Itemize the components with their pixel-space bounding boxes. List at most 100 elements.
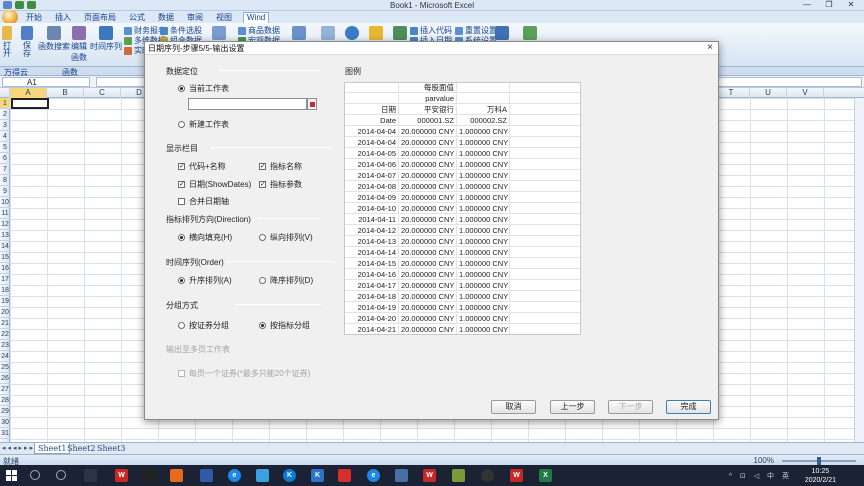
row-header[interactable]: 23 (0, 340, 10, 351)
radio-current-sheet-dot[interactable] (178, 85, 185, 92)
gauge-button[interactable] (344, 26, 360, 41)
active-cell-a1[interactable] (11, 98, 49, 109)
row-header[interactable]: 22 (0, 329, 10, 340)
check-code-name-box[interactable]: ✓ (178, 163, 185, 170)
select-all-corner[interactable] (0, 88, 10, 98)
wps-writer-icon[interactable]: W (115, 469, 128, 482)
save-ribbon-button[interactable]: 保存 (20, 26, 34, 59)
chat-button[interactable] (522, 26, 538, 41)
ribbon-tab-1[interactable]: 插入 (53, 12, 73, 23)
chart-button[interactable] (211, 26, 227, 41)
row-header[interactable]: 4 (0, 131, 10, 142)
row-header[interactable]: 30 (0, 417, 10, 428)
row-header[interactable]: 18 (0, 285, 10, 296)
check-merge-date-axis-box[interactable] (178, 198, 185, 205)
row-header[interactable]: 31 (0, 428, 10, 439)
row-header[interactable]: 1 (0, 98, 10, 109)
ribbon-tab-0[interactable]: 开始 (24, 12, 44, 23)
row-header[interactable]: 9 (0, 186, 10, 197)
row-header[interactable]: 24 (0, 351, 10, 362)
finish-button[interactable]: 完成 (666, 400, 711, 414)
ribbon-tab-5[interactable]: 审阅 (185, 12, 205, 23)
office-button[interactable] (2, 10, 18, 24)
function-search-button[interactable]: 函数搜索 (38, 26, 70, 52)
row-header[interactable]: 21 (0, 318, 10, 329)
radio-by-security-dot[interactable] (178, 322, 185, 329)
row-header[interactable]: 28 (0, 395, 10, 406)
row-header[interactable]: 26 (0, 373, 10, 384)
task-view-icon[interactable] (84, 469, 97, 482)
row-header[interactable]: 25 (0, 362, 10, 373)
column-header[interactable]: B (47, 88, 84, 98)
column-header[interactable]: C (84, 88, 121, 98)
radio-ascending[interactable]: 升序排列(A) (178, 275, 232, 286)
row-header[interactable]: 27 (0, 384, 10, 395)
row-header[interactable]: 8 (0, 175, 10, 186)
taskbar-clock[interactable]: 10:25 2020/2/21 (805, 467, 836, 485)
close-window-button[interactable]: ✕ (840, 0, 862, 10)
line-chart-button[interactable] (291, 26, 307, 41)
row-header[interactable]: 15 (0, 252, 10, 263)
check-show-dates[interactable]: ✓ 日期(ShowDates) (178, 179, 251, 190)
app-blue-icon[interactable] (200, 469, 213, 482)
circle-app-icon[interactable] (481, 469, 494, 482)
wps-icon-2[interactable]: W (423, 469, 436, 482)
row-header[interactable]: 3 (0, 120, 10, 131)
radio-by-security[interactable]: 按证券分组 (178, 320, 229, 331)
ribbon-tab-7[interactable]: Wind (243, 12, 270, 23)
radio-by-indicator[interactable]: 按指标分组 (259, 320, 310, 331)
ribbon-tab-2[interactable]: 页面布局 (82, 12, 118, 23)
target-cell-input[interactable] (188, 98, 307, 110)
radio-new-sheet[interactable]: 新建工作表 (178, 119, 229, 130)
excel-taskbar-icon[interactable]: X (539, 469, 552, 482)
check-indicator-param[interactable]: ✓ 指标参数 (259, 179, 302, 190)
column-header[interactable]: A (10, 88, 47, 98)
radio-new-sheet-dot[interactable] (178, 121, 185, 128)
row-header[interactable]: 13 (0, 230, 10, 241)
row-header[interactable]: 19 (0, 296, 10, 307)
check-show-dates-box[interactable]: ✓ (178, 181, 185, 188)
row-header[interactable]: 7 (0, 164, 10, 175)
radio-vertical[interactable]: 纵向排列(V) (259, 232, 313, 243)
radio-by-indicator-dot[interactable] (259, 322, 266, 329)
app-orange-icon[interactable] (170, 469, 183, 482)
open-button[interactable]: 打开 (1, 26, 13, 59)
name-box[interactable]: A1 (2, 77, 90, 87)
row-header[interactable]: 11 (0, 208, 10, 219)
time-series-button[interactable]: 时间序列 (90, 26, 122, 52)
table-button[interactable] (320, 26, 336, 41)
row-header[interactable]: 20 (0, 307, 10, 318)
ribbon-tab-4[interactable]: 数据 (156, 12, 176, 23)
row-header[interactable]: 17 (0, 274, 10, 285)
row-header[interactable]: 5 (0, 142, 10, 153)
user-button[interactable] (494, 26, 510, 41)
system-tray[interactable]: ^ ⊡ ◁ 中 英 (729, 471, 792, 481)
windows-start-icon[interactable] (6, 470, 17, 481)
browser-icon[interactable]: e (228, 469, 241, 482)
vertical-scrollbar[interactable] (854, 98, 864, 442)
radio-horizontal[interactable]: 横向填充(H) (178, 232, 232, 243)
row-header[interactable]: 29 (0, 406, 10, 417)
wps-icon-3[interactable]: W (510, 469, 523, 482)
minimize-button[interactable]: — (796, 0, 818, 10)
dialog-close-button[interactable]: × (707, 42, 713, 54)
ribbon-tab-6[interactable]: 视图 (214, 12, 234, 23)
check-indicator-param-box[interactable]: ✓ (259, 181, 266, 188)
row-header[interactable]: 16 (0, 263, 10, 274)
cancel-button[interactable]: 取消 (491, 400, 536, 414)
row-header[interactable]: 10 (0, 197, 10, 208)
check-merge-date-axis[interactable]: 合并日期轴 (178, 196, 229, 207)
cortana-icon[interactable] (56, 470, 66, 480)
radio-vertical-dot[interactable] (259, 234, 266, 241)
cloud-icon[interactable] (256, 469, 269, 482)
refresh-button[interactable] (392, 26, 408, 41)
qq-penguin-icon[interactable] (143, 469, 156, 482)
row-header[interactable]: 14 (0, 241, 10, 252)
row-header[interactable]: 12 (0, 219, 10, 230)
grid-button[interactable] (368, 26, 384, 41)
column-header[interactable]: V (787, 88, 824, 98)
red-app-icon[interactable] (338, 469, 351, 482)
edge-icon[interactable]: e (367, 469, 380, 482)
radio-current-sheet[interactable]: 当前工作表 (178, 83, 229, 94)
sheet-tab-3[interactable]: Sheet3 (94, 443, 128, 454)
